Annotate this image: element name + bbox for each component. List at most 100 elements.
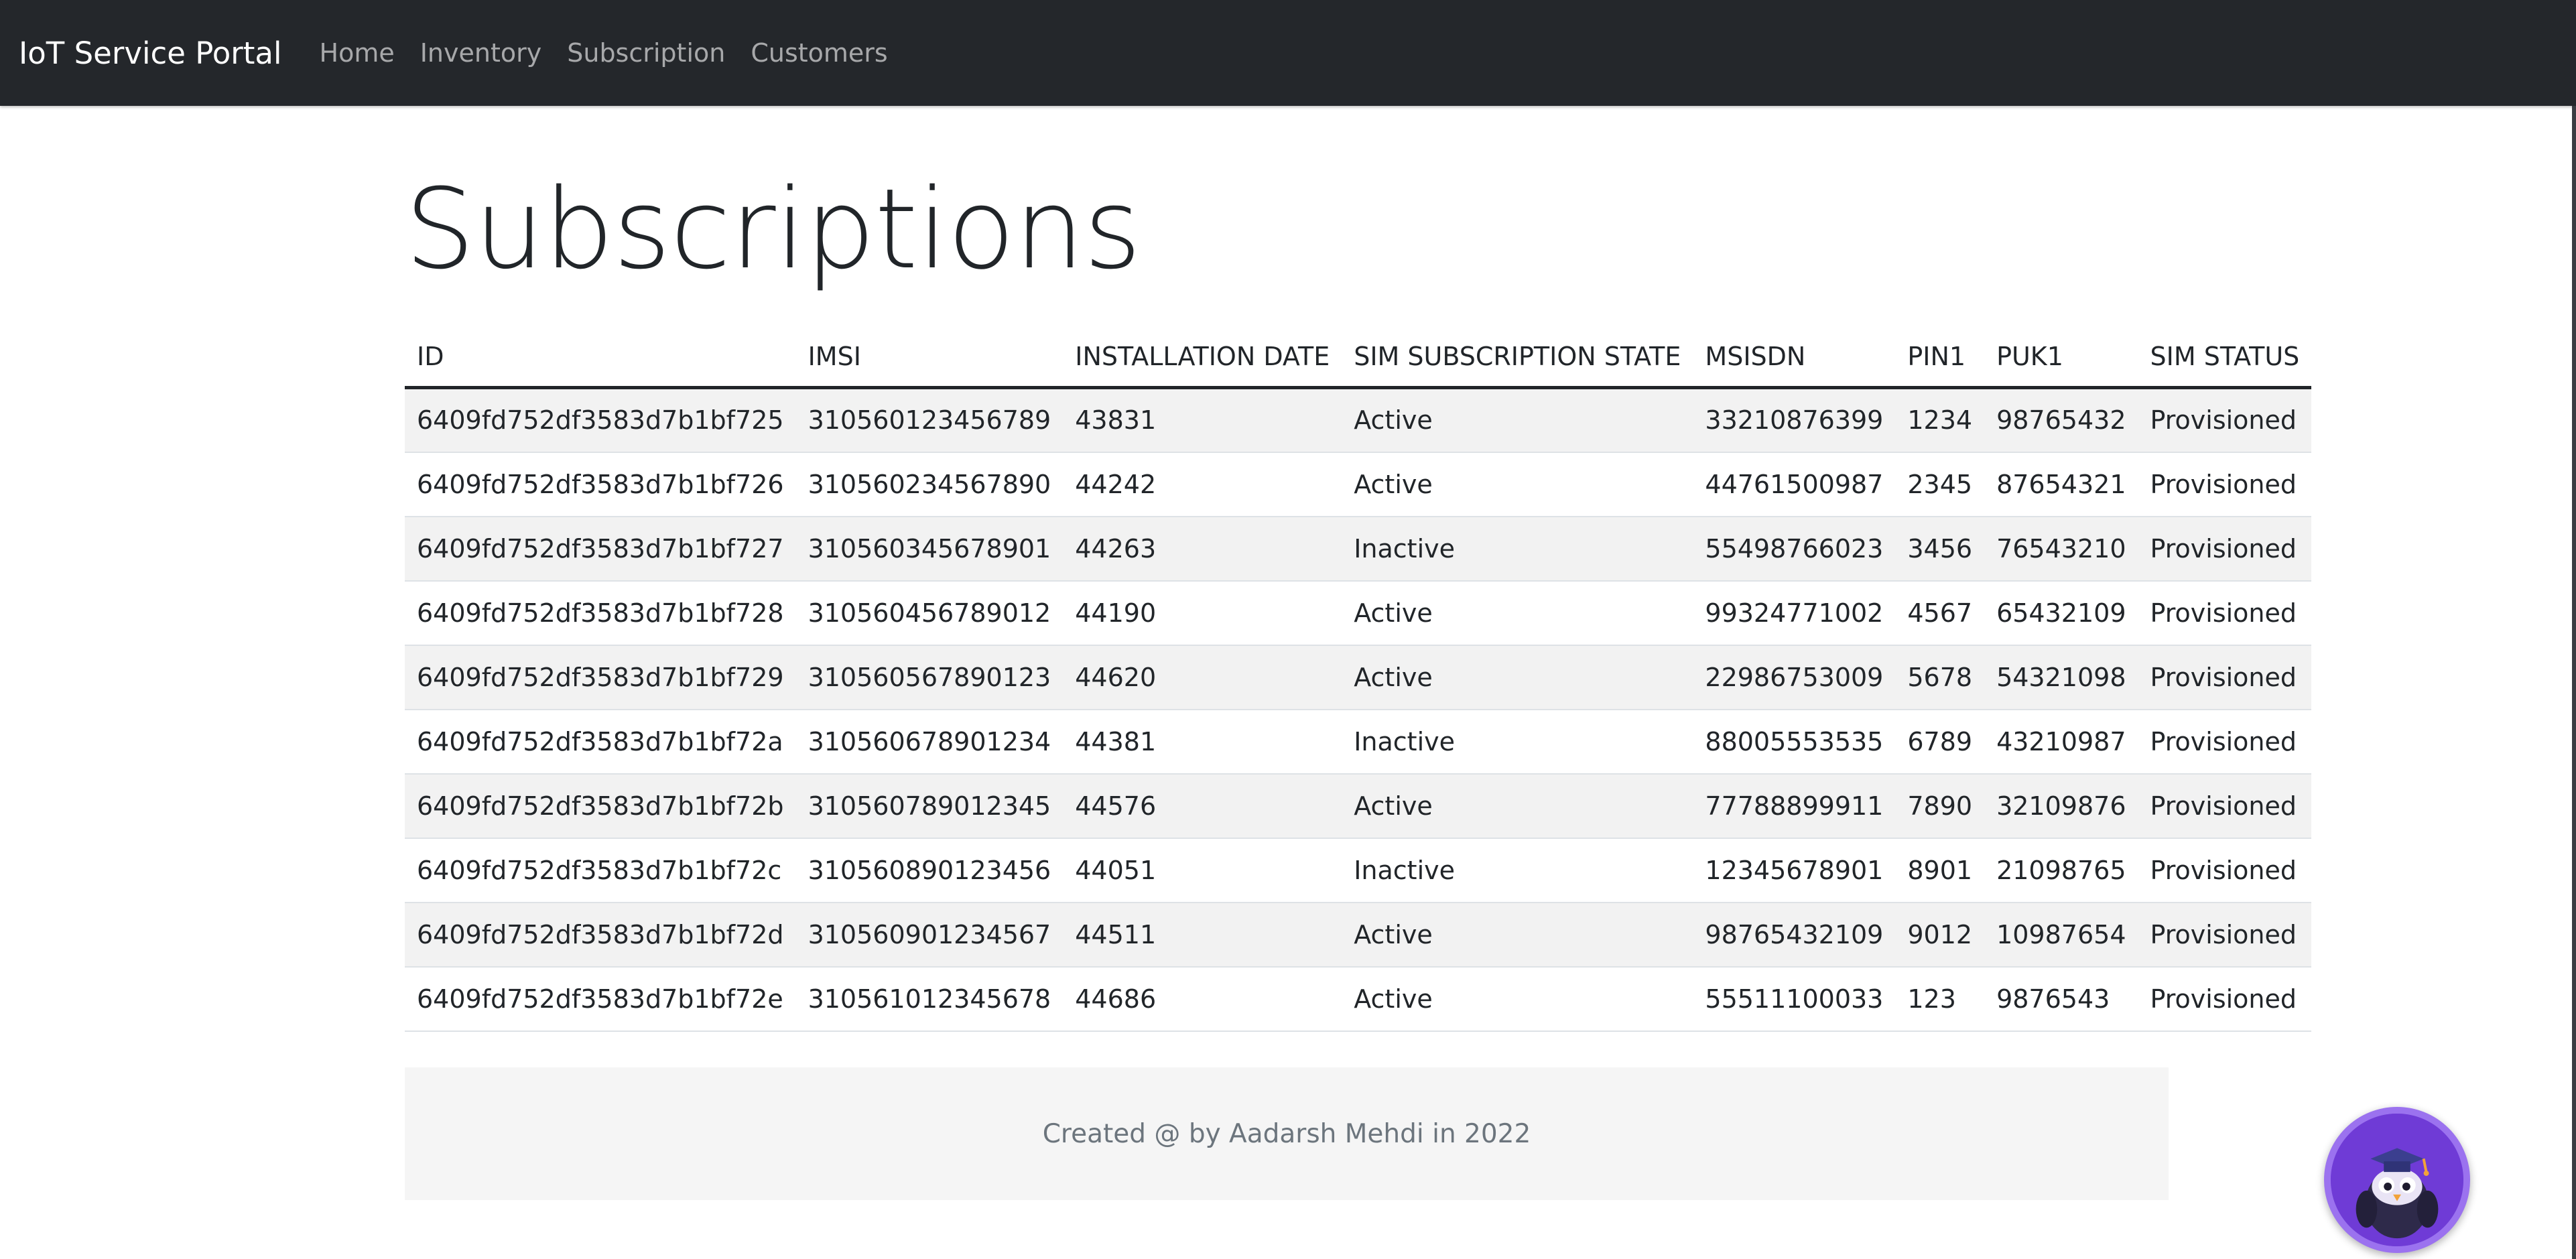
cell-pin1: 5678: [1895, 645, 1985, 710]
cell-sim-status: Provisioned: [2138, 902, 2312, 968]
cell-subscription-state: Active: [1342, 966, 1693, 1032]
table-row: 6409fd752df3583d7b1bf725 310560123456789…: [405, 387, 2312, 453]
cell-installation-date: 44242: [1063, 452, 1342, 517]
table-row: 6409fd752df3583d7b1bf727 310560345678901…: [405, 516, 2312, 582]
cell-msisdn: 55498766023: [1693, 516, 1896, 582]
cell-puk1: 87654321: [1984, 452, 2138, 517]
cell-id: 6409fd752df3583d7b1bf72b: [405, 773, 796, 839]
cell-sim-status: Provisioned: [2138, 387, 2312, 453]
cell-subscription-state: Active: [1342, 902, 1693, 968]
cell-id: 6409fd752df3583d7b1bf72a: [405, 709, 796, 775]
table-row: 6409fd752df3583d7b1bf72d 310560901234567…: [405, 902, 2312, 968]
cell-installation-date: 43831: [1063, 387, 1342, 453]
table-body: 6409fd752df3583d7b1bf725 310560123456789…: [405, 387, 2312, 1032]
table-header-row: ID IMSI INSTALLATION DATE SIM SUBSCRIPTI…: [405, 324, 2312, 389]
cell-puk1: 54321098: [1984, 645, 2138, 710]
table-row: 6409fd752df3583d7b1bf728 310560456789012…: [405, 580, 2312, 646]
owl-mascot-icon: [2331, 1114, 2463, 1246]
cell-msisdn: 98765432109: [1693, 902, 1896, 968]
cell-id: 6409fd752df3583d7b1bf726: [405, 452, 796, 517]
cell-puk1: 32109876: [1984, 773, 2138, 839]
cell-id: 6409fd752df3583d7b1bf725: [405, 387, 796, 453]
column-header-sim-status: SIM STATUS: [2138, 324, 2312, 389]
cell-pin1: 2345: [1895, 452, 1985, 517]
cell-installation-date: 44511: [1063, 902, 1342, 968]
table-row: 6409fd752df3583d7b1bf72b 310560789012345…: [405, 773, 2312, 839]
cell-subscription-state: Active: [1342, 387, 1693, 453]
cell-subscription-state: Inactive: [1342, 838, 1693, 903]
column-header-sim-subscription-state: SIM SUBSCRIPTION STATE: [1342, 324, 1693, 389]
nav-subscription[interactable]: Subscription: [567, 38, 725, 68]
cell-sim-status: Provisioned: [2138, 645, 2312, 710]
cell-sim-status: Provisioned: [2138, 966, 2312, 1032]
cell-id: 6409fd752df3583d7b1bf72c: [405, 838, 796, 903]
cell-installation-date: 44381: [1063, 709, 1342, 775]
nav-home[interactable]: Home: [320, 38, 395, 68]
cell-subscription-state: Inactive: [1342, 516, 1693, 582]
cell-installation-date: 44190: [1063, 580, 1342, 646]
cell-installation-date: 44686: [1063, 966, 1342, 1032]
cell-sim-status: Provisioned: [2138, 516, 2312, 582]
column-header-installation-date: INSTALLATION DATE: [1063, 324, 1342, 389]
cell-imsi: 310561012345678: [795, 966, 1064, 1032]
cell-subscription-state: Active: [1342, 452, 1693, 517]
brand-link[interactable]: IoT Service Portal: [19, 36, 282, 71]
cell-sim-status: Provisioned: [2138, 838, 2312, 903]
cell-imsi: 310560890123456: [795, 838, 1064, 903]
cell-pin1: 7890: [1895, 773, 1985, 839]
table-row: 6409fd752df3583d7b1bf726 310560234567890…: [405, 452, 2312, 517]
cell-pin1: 8901: [1895, 838, 1985, 903]
main-content: Subscriptions ID IMSI INSTALLATION DATE …: [405, 106, 2312, 1032]
cell-imsi: 310560789012345: [795, 773, 1064, 839]
cell-sim-status: Provisioned: [2138, 709, 2312, 775]
cell-msisdn: 77788899911: [1693, 773, 1896, 839]
cell-installation-date: 44620: [1063, 645, 1342, 710]
nav-inventory[interactable]: Inventory: [420, 38, 542, 68]
footer-credit: Created @ by Aadarsh Mehdi in 2022: [1042, 1118, 1531, 1149]
cell-puk1: 65432109: [1984, 580, 2138, 646]
cell-id: 6409fd752df3583d7b1bf72d: [405, 902, 796, 968]
table-row: 6409fd752df3583d7b1bf72a 310560678901234…: [405, 709, 2312, 775]
cell-id: 6409fd752df3583d7b1bf72e: [405, 966, 796, 1032]
cell-msisdn: 33210876399: [1693, 387, 1896, 453]
cell-subscription-state: Active: [1342, 773, 1693, 839]
cell-pin1: 1234: [1895, 387, 1985, 453]
cell-pin1: 3456: [1895, 516, 1985, 582]
cell-imsi: 310560456789012: [795, 580, 1064, 646]
column-header-puk1: PUK1: [1984, 324, 2138, 389]
cell-sim-status: Provisioned: [2138, 580, 2312, 646]
cell-id: 6409fd752df3583d7b1bf728: [405, 580, 796, 646]
cell-id: 6409fd752df3583d7b1bf727: [405, 516, 796, 582]
cell-imsi: 310560901234567: [795, 902, 1064, 968]
table-row: 6409fd752df3583d7b1bf72c 310560890123456…: [405, 838, 2312, 903]
column-header-imsi: IMSI: [795, 324, 1064, 389]
cell-installation-date: 44263: [1063, 516, 1342, 582]
cell-subscription-state: Active: [1342, 580, 1693, 646]
table-row: 6409fd752df3583d7b1bf72e 310561012345678…: [405, 966, 2312, 1032]
column-header-id: ID: [405, 324, 796, 389]
top-navbar: IoT Service Portal Home Inventory Subscr…: [0, 0, 2576, 106]
nav-customers[interactable]: Customers: [751, 38, 887, 68]
cell-msisdn: 44761500987: [1693, 452, 1896, 517]
cell-puk1: 76543210: [1984, 516, 2138, 582]
cell-imsi: 310560123456789: [795, 387, 1064, 453]
cell-imsi: 310560678901234: [795, 709, 1064, 775]
nav-links: Home Inventory Subscription Customers: [320, 38, 888, 68]
cell-sim-status: Provisioned: [2138, 452, 2312, 517]
cell-pin1: 6789: [1895, 709, 1985, 775]
page-title: Subscriptions: [405, 165, 1141, 293]
cell-installation-date: 44576: [1063, 773, 1342, 839]
scrollbar-edge: [2572, 106, 2576, 1259]
page-footer: Created @ by Aadarsh Mehdi in 2022: [405, 1067, 2169, 1200]
cell-msisdn: 88005553535: [1693, 709, 1896, 775]
cell-imsi: 310560345678901: [795, 516, 1064, 582]
cell-pin1: 123: [1895, 966, 1985, 1032]
cell-imsi: 310560567890123: [795, 645, 1064, 710]
column-header-msisdn: MSISDN: [1693, 324, 1896, 389]
cell-puk1: 21098765: [1984, 838, 2138, 903]
cell-pin1: 4567: [1895, 580, 1985, 646]
cell-puk1: 9876543: [1984, 966, 2138, 1032]
column-header-pin1: PIN1: [1895, 324, 1985, 389]
assistant-button[interactable]: [2324, 1107, 2470, 1253]
cell-subscription-state: Active: [1342, 645, 1693, 710]
